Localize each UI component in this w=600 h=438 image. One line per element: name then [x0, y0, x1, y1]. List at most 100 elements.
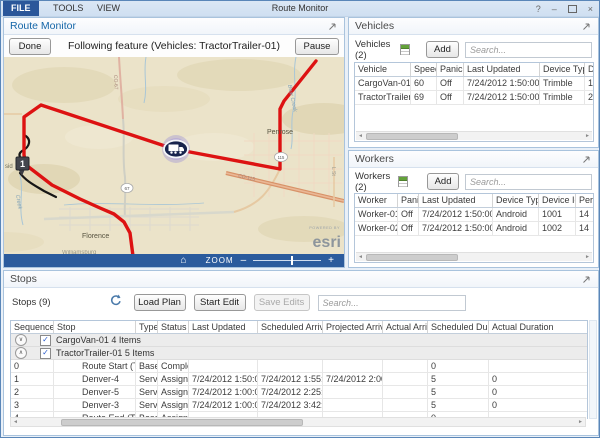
horizontal-scrollbar[interactable]: ◄►	[10, 417, 586, 427]
list-view-icon[interactable]	[398, 176, 408, 187]
vertical-scrollbar[interactable]	[589, 320, 597, 419]
minimize-icon[interactable]: –	[552, 4, 557, 14]
table-row[interactable]: TractorTrailer-01 69 Off 7/24/2012 1:50:…	[355, 91, 593, 105]
col-header[interactable]: Type	[136, 321, 158, 333]
cell: Android	[493, 208, 539, 221]
col-header[interactable]: Stop	[54, 321, 136, 333]
save-edits-button[interactable]: Save Edits	[254, 294, 310, 311]
zoom-out-button[interactable]: –	[241, 256, 247, 266]
tracked-vehicle-marker[interactable]	[162, 135, 190, 163]
col-header[interactable]: Device Id	[539, 194, 576, 207]
menu-view[interactable]: VIEW	[89, 1, 128, 16]
cell: 14	[576, 222, 594, 235]
zoom-slider-handle[interactable]	[291, 256, 293, 265]
cell: Denver-3	[54, 399, 136, 411]
table-row[interactable]: 0 Route Start (TractorTrailer-01) Base C…	[11, 360, 587, 373]
cell: Trimble	[540, 77, 585, 90]
vehicles-panel: Vehicles Vehicles (2) Add Vehicle Speed …	[348, 17, 599, 148]
group-label: TractorTrailer-01 5 Items	[56, 348, 154, 358]
list-view-icon[interactable]	[400, 44, 410, 55]
cell: Completed	[158, 360, 189, 372]
table-row[interactable]: Worker-02 Off 7/24/2012 1:50:00 AM Andro…	[355, 222, 593, 236]
maximize-icon[interactable]	[568, 5, 577, 13]
col-header[interactable]: Vehicle	[355, 63, 411, 76]
table-row[interactable]: Worker-01 Off 7/24/2012 1:50:00 AM Andro…	[355, 208, 593, 222]
highway-shield-67: 67	[121, 183, 133, 192]
col-header[interactable]: Worker	[355, 194, 398, 207]
cell: 0	[428, 360, 489, 372]
col-header[interactable]: Device Type	[540, 63, 585, 76]
cell: 7/24/2012 1:50:00 AM	[189, 373, 258, 385]
app-window: FILE TOOLS VIEW Route Monitor ? – × Rout…	[0, 0, 600, 438]
cell: 14	[576, 208, 594, 221]
svg-text:POWERED BY: POWERED BY	[309, 226, 340, 230]
home-icon[interactable]: ⌂	[181, 256, 187, 266]
autohide-pin-icon[interactable]	[581, 21, 592, 32]
zoom-slider[interactable]	[253, 260, 321, 261]
cell: 2	[585, 91, 594, 104]
workers-panel: Workers Workers (2) Add Worker Panic Las…	[348, 150, 599, 268]
col-header[interactable]: Last Updated	[419, 194, 493, 207]
col-header[interactable]: Scheduled Arrival	[258, 321, 323, 333]
autohide-pin-icon[interactable]	[581, 154, 592, 165]
col-header[interactable]: Per Hour	[576, 194, 594, 207]
table-row[interactable]: CargoVan-01 60 Off 7/24/2012 1:50:00 AM …	[355, 77, 593, 91]
cell	[383, 386, 428, 398]
col-header[interactable]: Panic	[398, 194, 419, 207]
cell: Assigned	[158, 386, 189, 398]
expand-chevron-icon[interactable]: ∧	[15, 347, 27, 359]
col-header[interactable]: Panic	[437, 63, 464, 76]
horizontal-scrollbar[interactable]: ◄►	[356, 131, 592, 140]
col-header[interactable]: Sequence	[11, 321, 54, 333]
group-row-cargovan[interactable]: ∨ ✓ CargoVan-01 4 Items	[11, 334, 587, 347]
horizontal-scrollbar[interactable]: ◄►	[356, 252, 592, 261]
group-checkbox[interactable]: ✓	[40, 348, 51, 359]
table-row[interactable]: 1 Denver-4 Service Assigned 7/24/2012 1:…	[11, 373, 587, 386]
menu-file[interactable]: FILE	[3, 1, 39, 16]
table-row[interactable]: 2 Denver-5 Service Assigned 7/24/2012 1:…	[11, 386, 587, 399]
sync-icon[interactable]	[109, 294, 122, 312]
collapse-chevron-icon[interactable]: ∨	[15, 334, 27, 346]
done-button[interactable]: Done	[9, 38, 51, 55]
help-icon[interactable]: ?	[536, 4, 541, 14]
window-title: Route Monitor	[272, 1, 329, 16]
vehicles-count: Vehicles (2)	[355, 39, 392, 61]
start-edit-button[interactable]: Start Edit	[194, 294, 246, 311]
load-plan-button[interactable]: Load Plan	[134, 294, 186, 311]
cell	[258, 360, 323, 372]
add-worker-button[interactable]: Add	[427, 173, 459, 190]
group-label: CargoVan-01 4 Items	[56, 335, 141, 345]
group-checkbox[interactable]: ✓	[40, 335, 51, 346]
col-header[interactable]: Speed	[411, 63, 437, 76]
stops-search-input[interactable]	[318, 295, 466, 311]
col-header[interactable]: Last Updated	[464, 63, 540, 76]
cell: 1002	[539, 222, 576, 235]
cell: Denver-4	[54, 373, 136, 385]
cell: Service	[136, 399, 158, 411]
workers-search-input[interactable]	[465, 174, 592, 190]
col-header[interactable]: Status	[158, 321, 189, 333]
cell: Android	[493, 222, 539, 235]
map[interactable]: 1 Penrose Florence Williamsburg	[4, 57, 344, 256]
menu-tools[interactable]: TOOLS	[45, 1, 91, 16]
group-row-tractortrailer[interactable]: ∧ ✓ TractorTrailer-01 5 Items	[11, 347, 587, 360]
stops-panel: Stops Stops (9) Load Plan Start Edit Sav…	[3, 270, 599, 436]
table-row[interactable]: 3 Denver-3 Service Assigned 7/24/2012 1:…	[11, 399, 587, 412]
col-header[interactable]: Projected Arrival	[323, 321, 383, 333]
col-header[interactable]: Scheduled Duration	[428, 321, 489, 333]
col-header[interactable]: Last Updated	[189, 321, 258, 333]
close-icon[interactable]: ×	[588, 4, 593, 14]
add-vehicle-button[interactable]: Add	[426, 41, 459, 58]
col-header[interactable]: Device Id	[585, 63, 594, 76]
zoom-in-button[interactable]: +	[328, 256, 334, 266]
cell: 5	[428, 373, 489, 385]
autohide-pin-icon[interactable]	[327, 21, 338, 32]
col-header[interactable]: Actual Duration	[489, 321, 588, 333]
col-header[interactable]: Device Type	[493, 194, 539, 207]
autohide-pin-icon[interactable]	[581, 274, 592, 285]
cell	[383, 360, 428, 372]
pause-button[interactable]: Pause	[295, 38, 339, 55]
col-header[interactable]: Actual Arrival	[383, 321, 428, 333]
vehicles-search-input[interactable]	[465, 42, 592, 58]
cell: 7/24/2012 1:00:00 AM	[189, 386, 258, 398]
